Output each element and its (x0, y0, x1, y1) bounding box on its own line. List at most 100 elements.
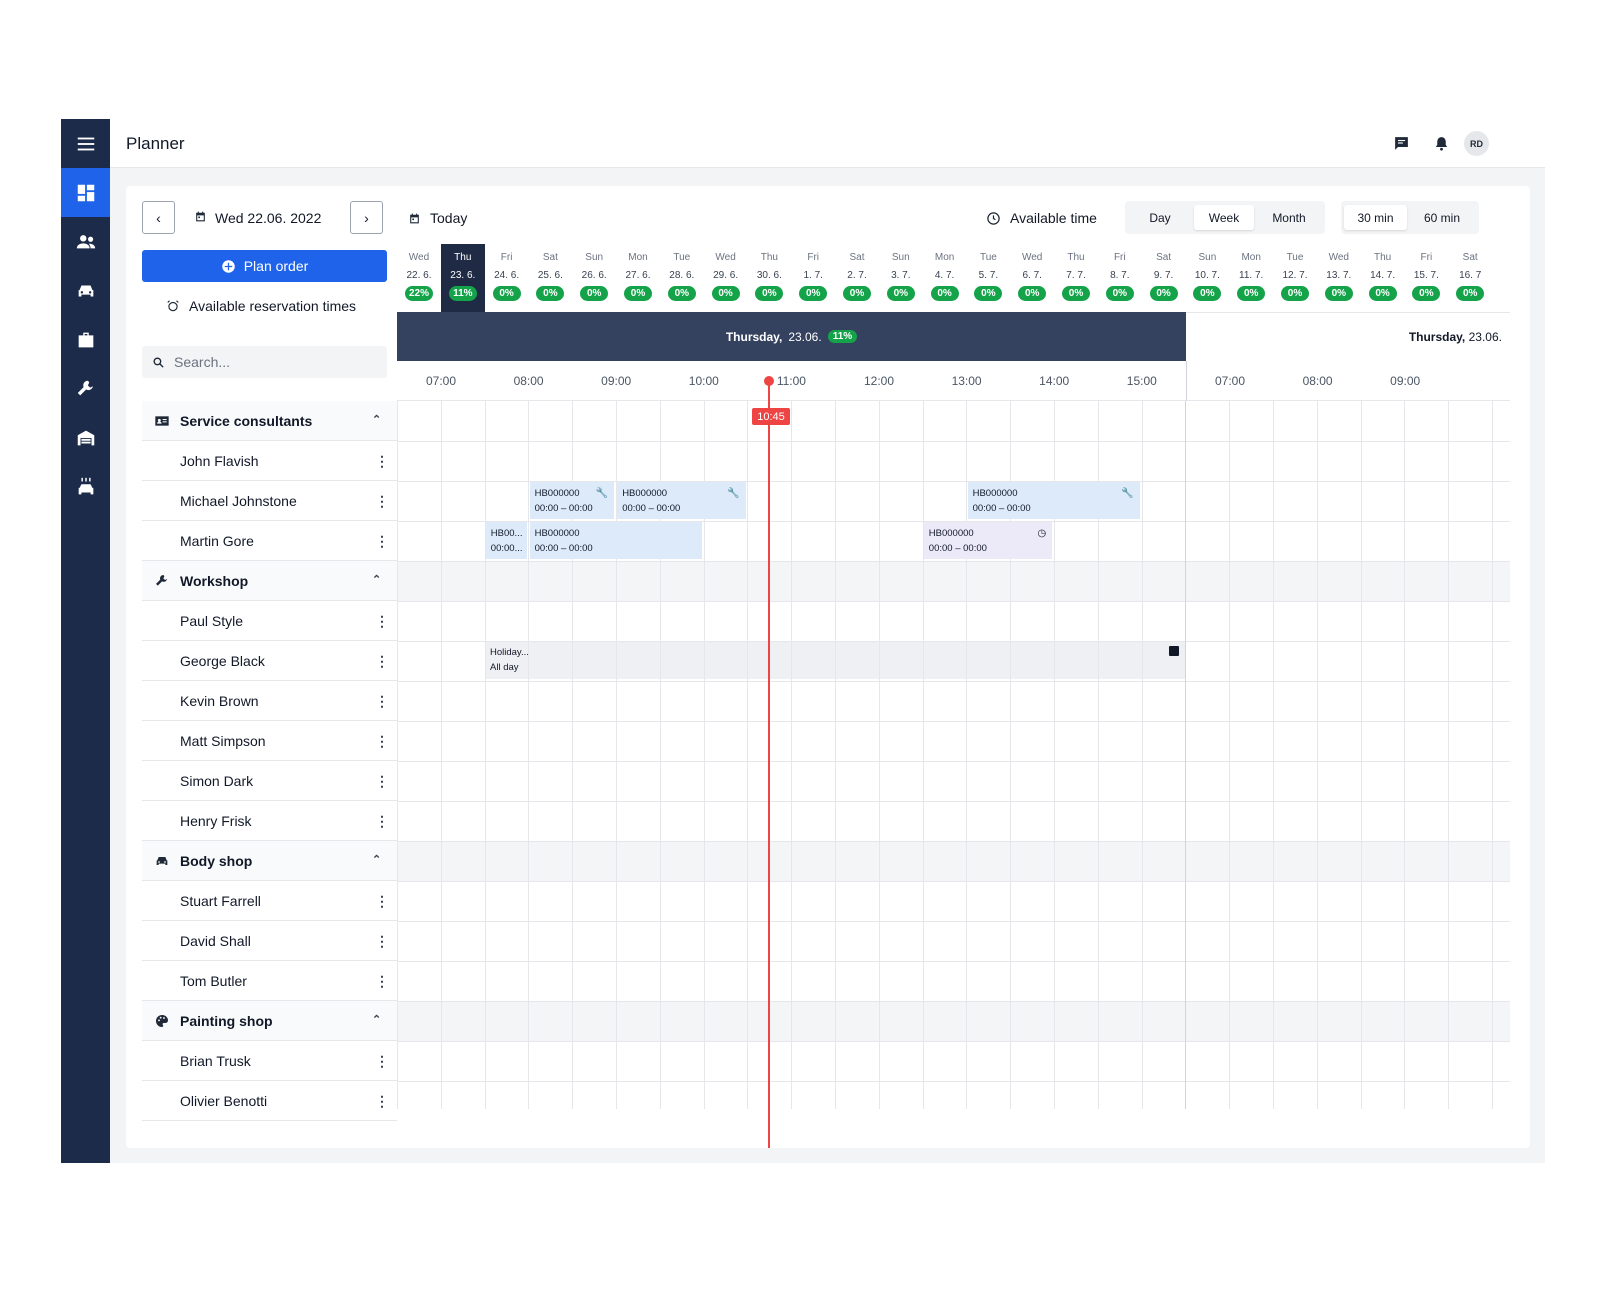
day-name: Tue (673, 252, 691, 263)
day-column-header[interactable]: Fri 1. 7. 0% (791, 244, 835, 312)
day-column-header[interactable]: Sat 25. 6. 0% (528, 244, 572, 312)
search-box[interactable] (142, 346, 387, 378)
nav-people[interactable] (61, 217, 110, 266)
day-column-header[interactable]: Sun 3. 7. 0% (879, 244, 923, 312)
day-name: Thu (1067, 252, 1085, 263)
more-vert-icon[interactable]: ⋮ (375, 1092, 389, 1110)
nav-orders[interactable] (61, 315, 110, 364)
day-column-header[interactable]: Thu 7. 7. 0% (1054, 244, 1098, 312)
chevron-up-icon[interactable]: ⌃ (372, 853, 381, 866)
resource-row[interactable]: Olivier Benotti ⋮ (142, 1081, 397, 1121)
interval-30-button[interactable]: 30 min (1344, 205, 1407, 230)
nav-vehicles[interactable] (61, 266, 110, 315)
view-month-button[interactable]: Month (1256, 205, 1322, 230)
more-vert-icon[interactable]: ⋮ (375, 452, 389, 470)
nav-car-wash[interactable] (61, 462, 110, 511)
resource-row[interactable]: Michael Johnstone ⋮ (142, 481, 397, 521)
day-column-header[interactable]: Thu 14. 7. 0% (1361, 244, 1405, 312)
more-vert-icon[interactable]: ⋮ (375, 812, 389, 830)
chevron-up-icon[interactable]: ⌃ (372, 413, 381, 426)
day-column-header[interactable]: Wed 29. 6. 0% (704, 244, 748, 312)
resource-row[interactable]: Matt Simpson ⋮ (142, 721, 397, 761)
notifications-button[interactable] (1431, 133, 1451, 153)
day-column-header[interactable]: Sun 26. 6. 0% (572, 244, 616, 312)
nav-workshop[interactable] (61, 364, 110, 413)
grid-row-line (397, 961, 1510, 962)
day-column-header[interactable]: Sat 16. 7 0% (1448, 244, 1492, 312)
chevron-up-icon[interactable]: ⌃ (372, 573, 381, 586)
available-time-toggle[interactable]: Available time (986, 210, 1097, 226)
day-column-header[interactable]: Fri 15. 7. 0% (1404, 244, 1448, 312)
group-painting-shop[interactable]: Painting shop ⌃ (142, 1001, 397, 1041)
day-column-header[interactable]: Wed 6. 7. 0% (1010, 244, 1054, 312)
nav-dashboard[interactable] (61, 168, 110, 217)
more-vert-icon[interactable]: ⋮ (375, 972, 389, 990)
day-column-header[interactable]: Tue 28. 6. 0% (660, 244, 704, 312)
today-button[interactable]: Today (408, 210, 467, 226)
more-vert-icon[interactable]: ⋮ (375, 932, 389, 950)
day-column-header[interactable]: Fri 24. 6. 0% (485, 244, 529, 312)
day-column-header[interactable]: Tue 12. 7. 0% (1273, 244, 1317, 312)
resource-row[interactable]: Tom Butler ⋮ (142, 961, 397, 1001)
resource-row[interactable]: Simon Dark ⋮ (142, 761, 397, 801)
day-column-header[interactable]: Fri 8. 7. 0% (1098, 244, 1142, 312)
day-column-header[interactable]: Sat 9. 7. 0% (1142, 244, 1186, 312)
day-column-header[interactable]: Wed 22. 6. 22% (397, 244, 441, 312)
day-column-header[interactable]: Sun 10. 7. 0% (1185, 244, 1229, 312)
grid-col-line (1185, 401, 1187, 1109)
day-name: Sun (1198, 252, 1217, 263)
view-week-button[interactable]: Week (1194, 205, 1254, 230)
day-column-header[interactable]: Wed 13. 7. 0% (1317, 244, 1361, 312)
date-picker[interactable]: Wed 22.06. 2022 (194, 210, 321, 226)
booking-event[interactable]: HB000000 00:00 – 00:00 🔧 (617, 482, 746, 519)
day-column-header[interactable]: Sat 2. 7. 0% (835, 244, 879, 312)
selected-day-band: Thursday, 23.06. 11% (397, 312, 1186, 361)
more-vert-icon[interactable]: ⋮ (375, 772, 389, 790)
plan-order-button[interactable]: Plan order (142, 250, 387, 282)
more-vert-icon[interactable]: ⋮ (375, 732, 389, 750)
menu-button[interactable] (61, 119, 110, 168)
more-vert-icon[interactable]: ⋮ (375, 1052, 389, 1070)
booking-event[interactable]: HB000000 00:00 – 00:00 🔧 (529, 482, 615, 519)
group-workshop[interactable]: Workshop ⌃ (142, 561, 397, 601)
user-avatar[interactable]: RD (1464, 131, 1489, 156)
resource-row[interactable]: Martin Gore ⋮ (142, 521, 397, 561)
group-service-consultants[interactable]: Service consultants ⌃ (142, 401, 397, 441)
booking-event[interactable]: HB000000 00:00 – 00:00 ◷ (923, 522, 1053, 559)
chat-button[interactable] (1391, 133, 1411, 153)
search-input[interactable] (174, 354, 374, 370)
day-column-header[interactable]: Mon 11. 7. 0% (1229, 244, 1273, 312)
day-date: 2. 7. (847, 270, 867, 281)
next-date-button[interactable]: › (350, 201, 383, 234)
resource-row[interactable]: Paul Style ⋮ (142, 601, 397, 641)
more-vert-icon[interactable]: ⋮ (375, 532, 389, 550)
nav-garage[interactable] (61, 413, 110, 462)
resource-row[interactable]: Kevin Brown ⋮ (142, 681, 397, 721)
resource-row[interactable]: Stuart Farrell ⋮ (142, 881, 397, 921)
day-column-header[interactable]: Mon 27. 6. 0% (616, 244, 660, 312)
more-vert-icon[interactable]: ⋮ (375, 652, 389, 670)
more-vert-icon[interactable]: ⋮ (375, 492, 389, 510)
prev-date-button[interactable]: ‹ (142, 201, 175, 234)
view-day-button[interactable]: Day (1128, 205, 1192, 230)
more-vert-icon[interactable]: ⋮ (375, 692, 389, 710)
day-column-header[interactable]: Thu 23. 6. 11% (440, 244, 485, 312)
booking-event[interactable]: HB000000 00:00 – 00:00 🔧 (967, 482, 1140, 519)
day-column-header[interactable]: Tue 5. 7. 0% (966, 244, 1010, 312)
group-body-shop[interactable]: Body shop ⌃ (142, 841, 397, 881)
booking-event[interactable]: HB000000 00:00 – 00:00 (529, 522, 702, 559)
more-vert-icon[interactable]: ⋮ (375, 612, 389, 630)
resource-row[interactable]: John Flavish ⋮ (142, 441, 397, 481)
resource-row[interactable]: Brian Trusk ⋮ (142, 1041, 397, 1081)
chevron-up-icon[interactable]: ⌃ (372, 1013, 381, 1026)
day-column-header[interactable]: Mon 4. 7. 0% (923, 244, 967, 312)
more-vert-icon[interactable]: ⋮ (375, 892, 389, 910)
available-reservation-times-link[interactable]: Available reservation times (166, 298, 356, 314)
day-column-header[interactable]: Thu 30. 6. 0% (747, 244, 791, 312)
interval-60-button[interactable]: 60 min (1409, 205, 1475, 230)
resource-row[interactable]: Henry Frisk ⋮ (142, 801, 397, 841)
resource-row[interactable]: David Shall ⋮ (142, 921, 397, 961)
booking-event[interactable]: HB00... 00:00... (485, 522, 527, 559)
resource-row[interactable]: George Black ⋮ (142, 641, 397, 681)
utilization-badge: 0% (974, 286, 1003, 301)
